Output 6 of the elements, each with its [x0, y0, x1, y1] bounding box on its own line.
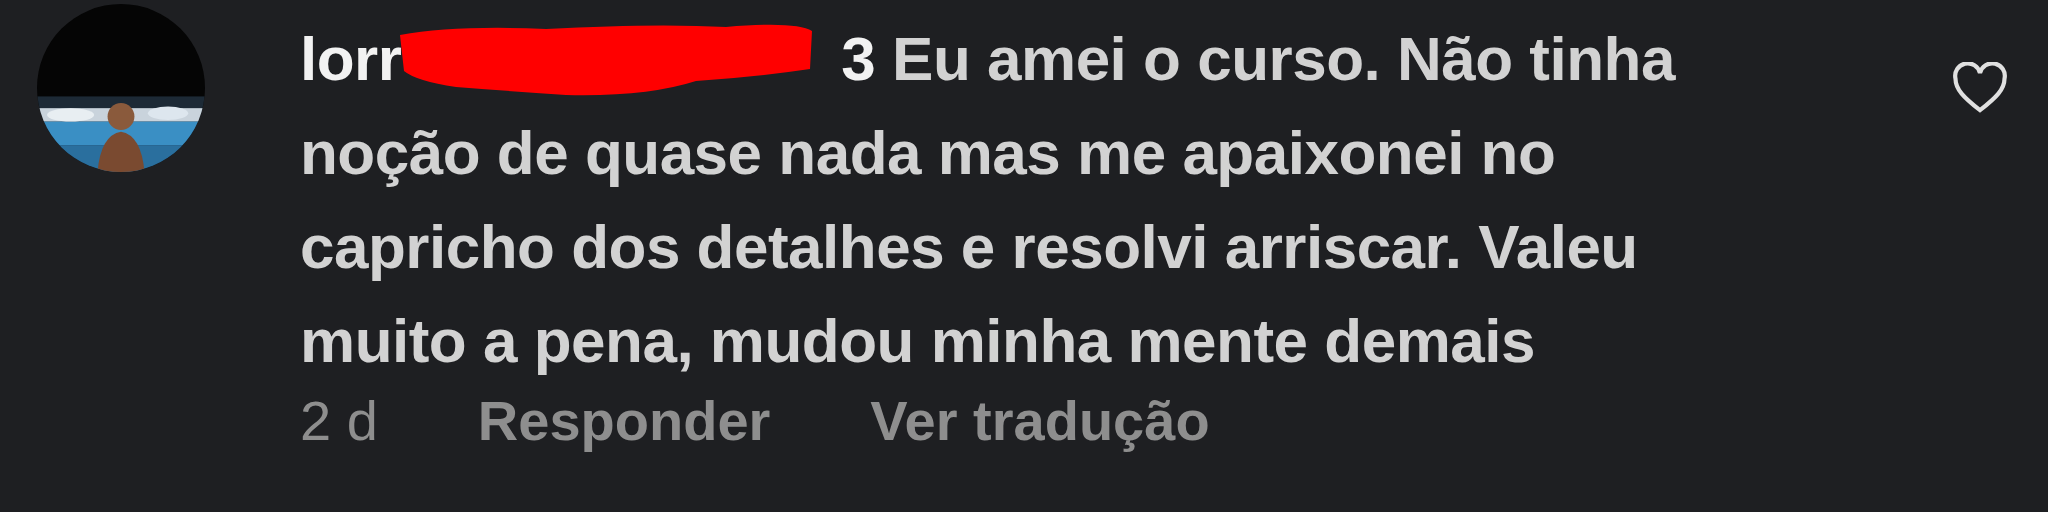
like-heart-icon[interactable]: [1952, 62, 2008, 114]
comment-action-link[interactable]: Responder: [477, 388, 771, 453]
comment-text: lorr 3 Eu amei o curso. Não tinha noção de quase nada mas me apaixonei no capricho dos detalhes e resolvi arriscar. Valeu muito a pena, mudou minha mente demais: [300, 12, 1780, 388]
comment-action-link[interactable]: Ver tradução: [870, 388, 1210, 453]
comment-time: 2 d: [300, 388, 378, 453]
username-link[interactable]: lorr 3: [300, 17, 876, 101]
